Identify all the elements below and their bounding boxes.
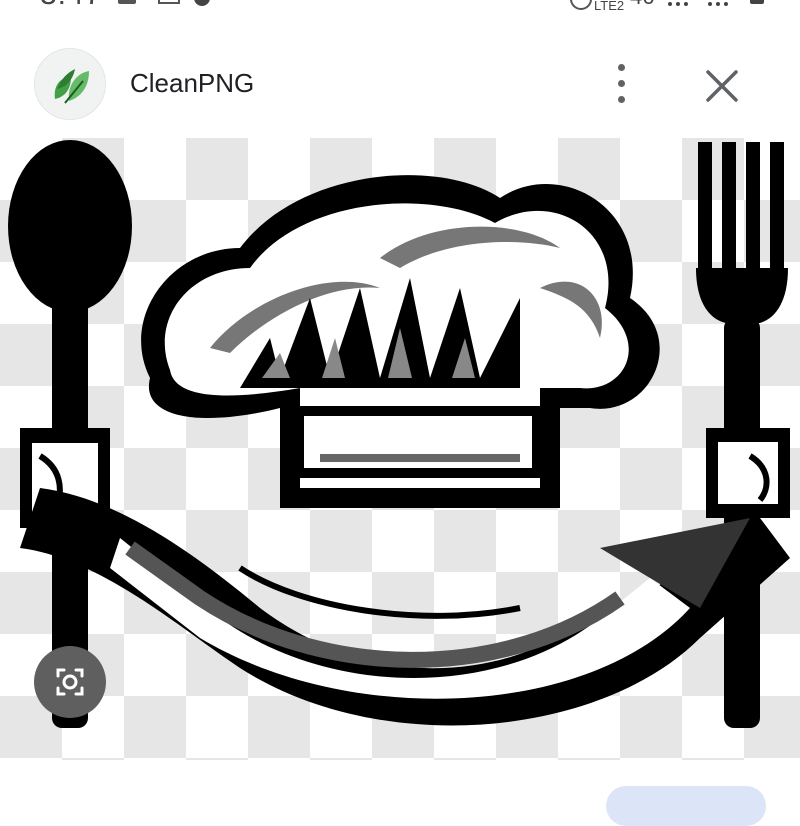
location-icon: [194, 0, 210, 6]
spoon-graphic: [8, 140, 132, 728]
close-icon[interactable]: [700, 64, 744, 108]
status-time: 3:47: [40, 0, 102, 12]
source-header: CleanPNG: [0, 40, 800, 130]
more-vert-icon[interactable]: [604, 62, 640, 106]
image-viewer[interactable]: [0, 138, 800, 760]
battery-percent: 46: [630, 0, 654, 10]
banner-graphic: [20, 488, 790, 726]
chef-hat-graphic: [141, 175, 660, 508]
notification-icon: [118, 0, 136, 4]
leaf-logo-icon[interactable]: [34, 48, 106, 120]
message-icon: [158, 0, 180, 4]
status-bar: 3:47 LTE2 46: [0, 0, 800, 18]
network-type-label: LTE2: [594, 0, 625, 13]
source-name[interactable]: CleanPNG: [130, 68, 254, 99]
image-title[interactable]: [34, 784, 594, 800]
signal-icon-1: [668, 0, 688, 6]
signal-icon-2: [708, 0, 728, 6]
fork-graphic: [696, 142, 790, 728]
alarm-icon: [570, 0, 592, 10]
visit-button[interactable]: [606, 786, 766, 826]
battery-icon: [750, 0, 764, 4]
chef-logo-image: [8, 140, 790, 728]
lens-icon[interactable]: [34, 646, 106, 718]
